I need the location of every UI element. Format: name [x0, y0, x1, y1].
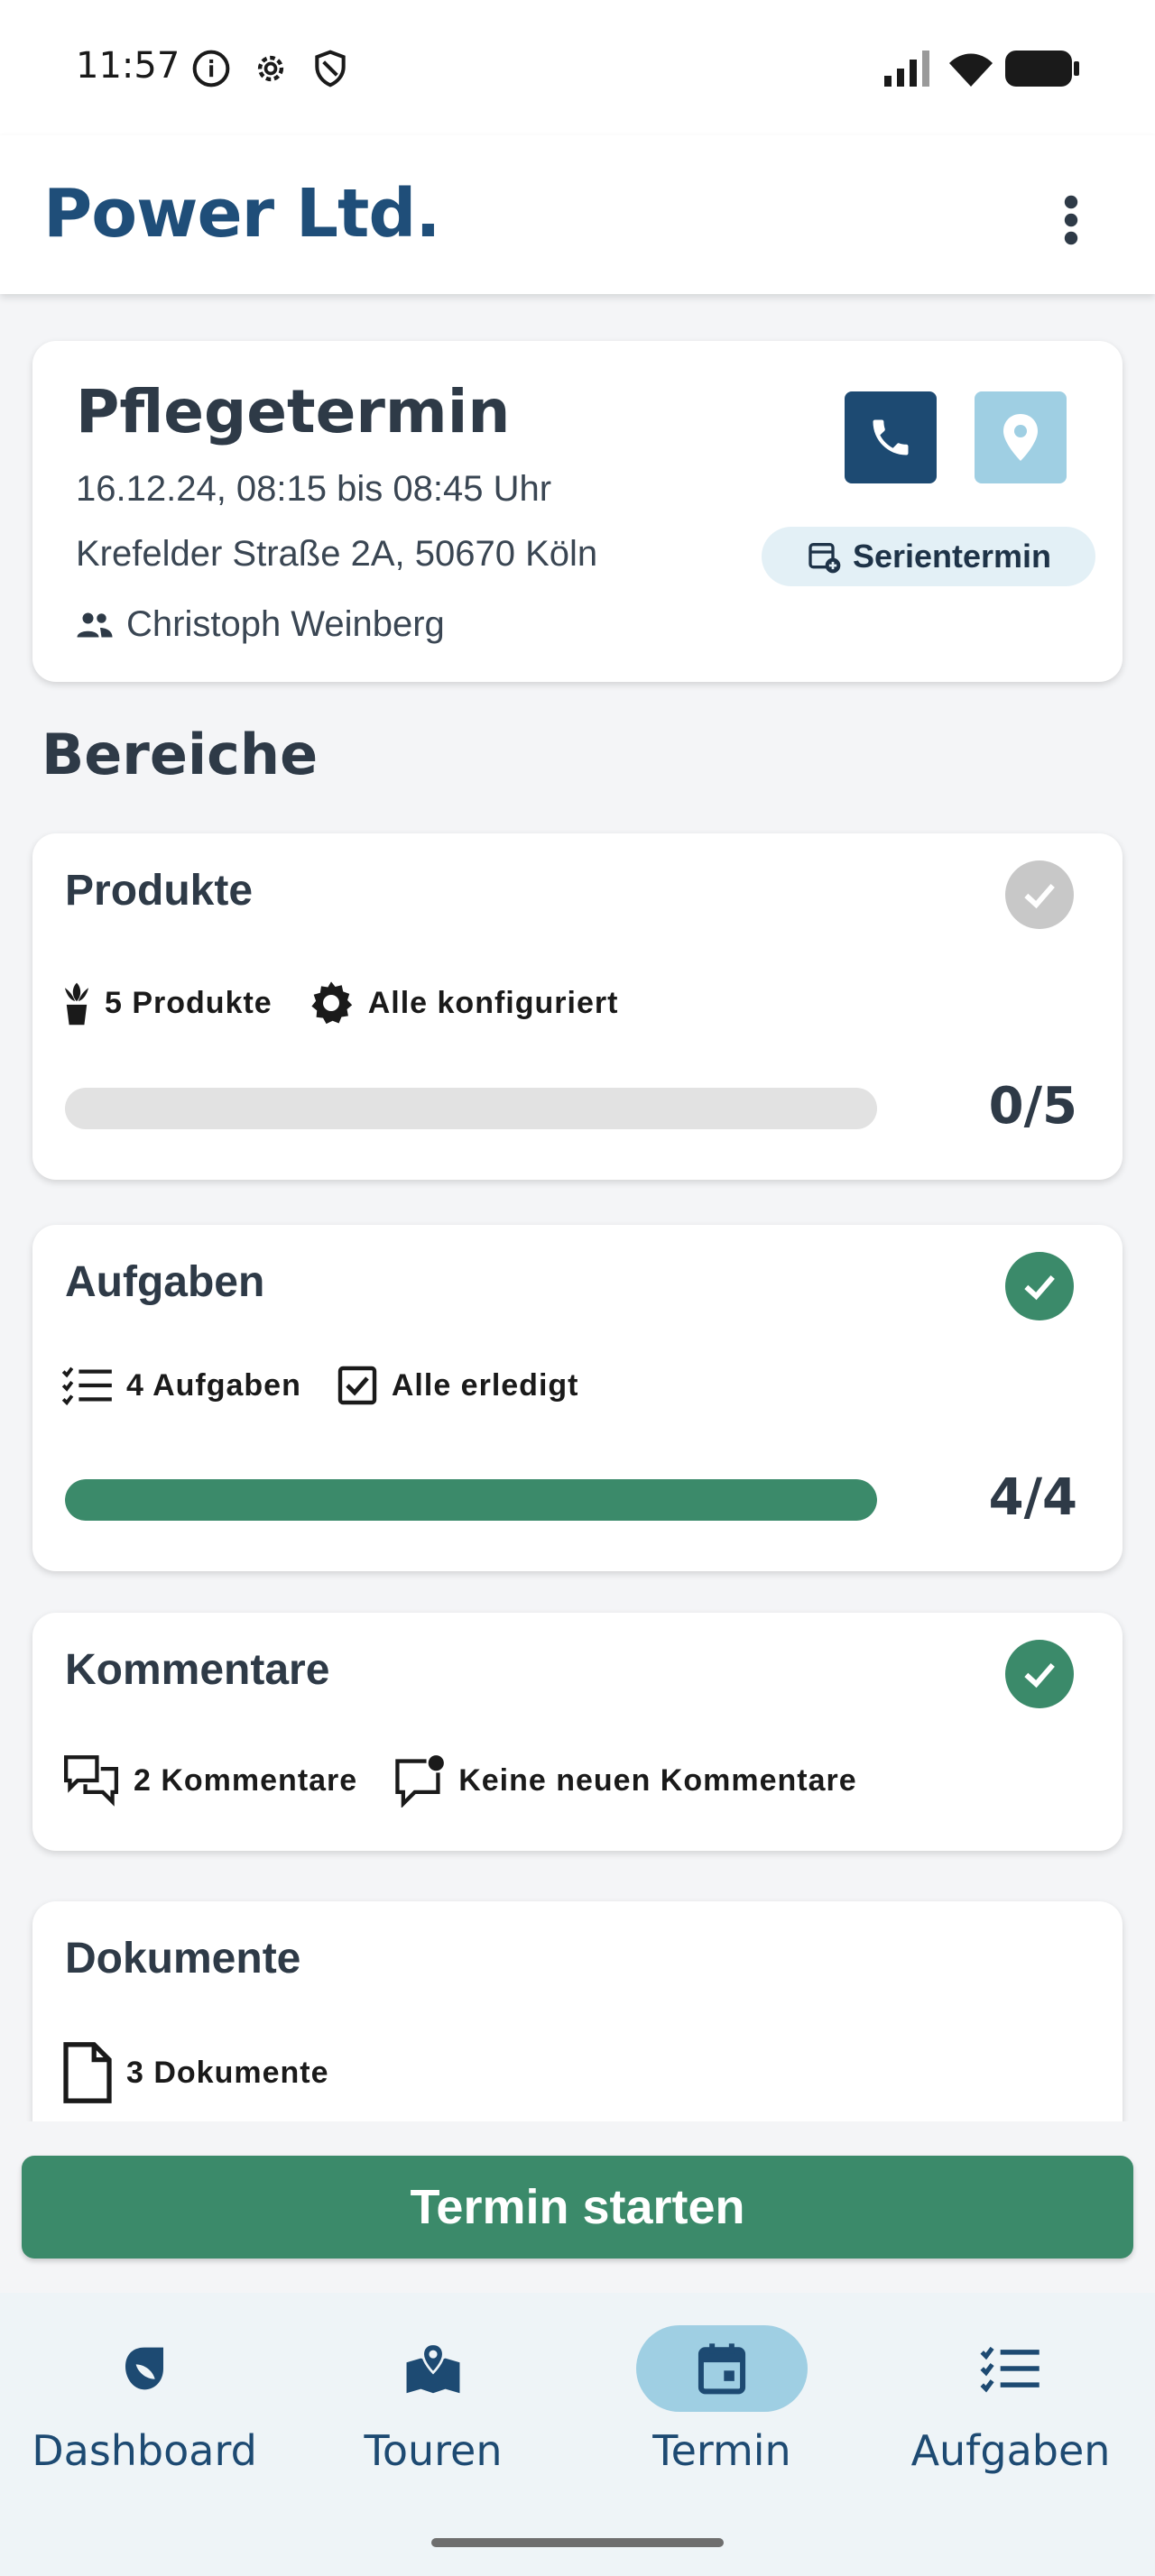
nav-label: Termin — [652, 2426, 791, 2475]
products-count: 5 Produkte — [105, 985, 273, 1020]
status-time: 11:57 — [76, 45, 180, 87]
gear-icon — [257, 55, 284, 82]
tasks-progress-bar — [65, 1479, 877, 1521]
call-button[interactable] — [845, 391, 937, 483]
home-indicator[interactable] — [431, 2538, 724, 2547]
appointment-card: Pflegetermin 16.12.24, 08:15 bis 08:45 U… — [32, 341, 1123, 682]
signal-icon — [884, 51, 929, 87]
section-title: Bereiche — [42, 722, 319, 787]
shield-icon — [315, 50, 346, 87]
checklist-icon — [980, 2346, 1040, 2393]
app-bar: Power Ltd. — [0, 135, 1155, 294]
app-brand-title: Power Ltd. — [43, 175, 440, 253]
area-card-documents[interactable]: Dokumente 3 Dokumente — [32, 1901, 1123, 2121]
location-button[interactable] — [975, 391, 1067, 483]
nav-icon-container — [347, 2325, 519, 2412]
document-icon — [63, 2042, 112, 2103]
leaf-shield-icon — [125, 2347, 163, 2390]
area-meta: 2 Kommentare Keine neuen Kommentare — [61, 1753, 879, 1808]
calendar-add-icon — [808, 543, 841, 574]
area-card-products[interactable]: Produkte 5 Produkte Alle konfiguriert 0/… — [32, 833, 1123, 1180]
nav-icon-container — [59, 2325, 230, 2412]
nav-icon-container — [636, 2325, 808, 2412]
documents-count: 3 Dokumente — [126, 2055, 329, 2090]
phone-icon — [873, 419, 909, 455]
appointment-title: Pflegetermin — [76, 377, 511, 446]
nav-item-aufgaben[interactable]: Aufgaben — [866, 2325, 1155, 2506]
person-name: Christoph Weinberg — [126, 604, 445, 644]
content-area[interactable]: Pflegetermin 16.12.24, 08:15 bis 08:45 U… — [0, 294, 1155, 2121]
series-chip-label: Serientermin — [852, 538, 1052, 575]
calendar-icon — [698, 2343, 746, 2395]
start-appointment-button[interactable]: Termin starten — [22, 2156, 1133, 2259]
tasks-progress-count: 4/4 — [988, 1468, 1077, 1527]
comments-count: 2 Kommentare — [134, 1762, 358, 1798]
area-meta: 5 Produkte Alle konfiguriert — [61, 978, 640, 1028]
location-pin-icon — [1003, 414, 1038, 461]
gear-icon — [311, 981, 352, 1025]
checklist-icon — [61, 1366, 112, 1406]
appointment-address: Krefelder Straße 2A, 50670 Köln — [76, 534, 598, 574]
check-circle-icon — [1005, 1640, 1074, 1708]
tasks-progress-fill — [65, 1479, 877, 1521]
checkbox-icon — [337, 1366, 377, 1405]
comments-status: Keine neuen Kommentare — [458, 1762, 857, 1798]
nav-label: Dashboard — [32, 2426, 257, 2475]
nav-item-touren[interactable]: Touren — [289, 2325, 578, 2506]
nav-label: Aufgaben — [910, 2426, 1111, 2475]
check-circle-icon — [1005, 1252, 1074, 1320]
products-status: Alle konfiguriert — [367, 985, 619, 1020]
appointment-person: Christoph Weinberg — [76, 604, 445, 645]
nav-label: Touren — [364, 2426, 503, 2475]
nav-item-dashboard[interactable]: Dashboard — [0, 2325, 289, 2506]
tasks-count: 4 Aufgaben — [126, 1367, 301, 1403]
wifi-icon — [949, 53, 993, 87]
appointment-datetime: 16.12.24, 08:15 bis 08:45 Uhr — [76, 469, 552, 509]
area-meta: 4 Aufgaben Alle erledigt — [61, 1364, 600, 1407]
more-vert-icon[interactable] — [1058, 193, 1085, 247]
people-icon — [77, 612, 113, 637]
area-title: Produkte — [65, 867, 254, 915]
area-card-comments[interactable]: Kommentare 2 Kommentare Keine neuen Komm… — [32, 1613, 1123, 1851]
nav-item-termin[interactable]: Termin — [578, 2325, 866, 2506]
products-progress-bar — [65, 1088, 877, 1129]
info-icon — [192, 50, 230, 87]
area-meta: 3 Dokumente — [61, 2040, 351, 2105]
tasks-status: Alle erledigt — [391, 1367, 579, 1403]
check-circle-icon — [1005, 860, 1074, 929]
nav-icon-container — [925, 2325, 1096, 2412]
area-title: Aufgaben — [65, 1258, 265, 1306]
area-title: Dokumente — [65, 1935, 301, 1983]
area-card-tasks[interactable]: Aufgaben 4 Aufgaben Alle erledigt 4/4 — [32, 1225, 1123, 1571]
chat-notification-icon — [395, 1755, 445, 1808]
chat-bubbles-icon — [64, 1755, 118, 1807]
battery-icon — [1005, 51, 1079, 87]
products-progress-count: 0/5 — [988, 1077, 1077, 1136]
area-title: Kommentare — [65, 1646, 330, 1694]
status-bar: 11:57 — [0, 0, 1155, 135]
series-appointment-chip: Serientermin — [762, 527, 1095, 586]
map-pin-icon — [406, 2342, 460, 2394]
bottom-navigation: Dashboard Touren Termin Aufgaben — [0, 2293, 1155, 2576]
plant-icon — [64, 982, 89, 1026]
